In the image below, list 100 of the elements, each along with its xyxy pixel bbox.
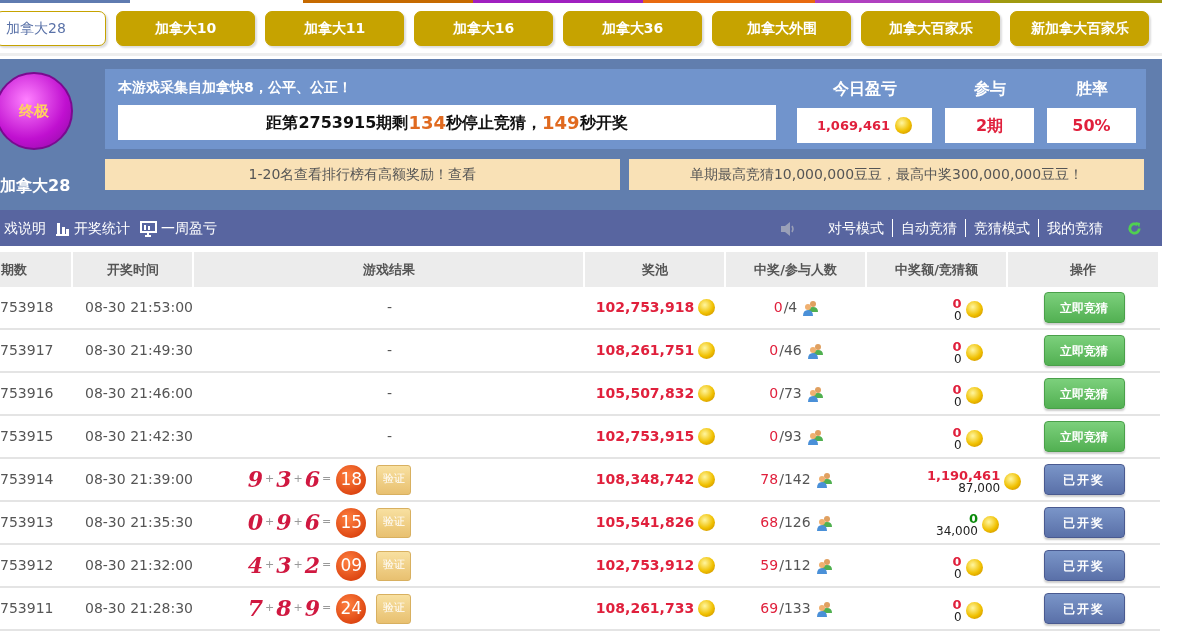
drawn-button[interactable]: 已开奖 — [1043, 550, 1125, 581]
bet-now-button[interactable]: 立即竞猜 — [1043, 421, 1125, 452]
verify-button[interactable]: 验证 — [376, 464, 412, 495]
table-cell: 753913 — [0, 502, 73, 545]
mode-link[interactable]: 对号模式 — [820, 219, 892, 237]
mode-link[interactable]: 我的竞猜 — [1038, 219, 1111, 237]
coin-icon — [965, 559, 983, 576]
table-cell: 753918 — [0, 287, 73, 330]
result-digit: 3 — [276, 551, 292, 580]
prize-pool: 102,753,912 — [595, 556, 695, 575]
win-amount: 0 — [952, 382, 962, 396]
prize-pool: 108,261,751 — [595, 341, 695, 360]
table-cell: 08-30 21:28:30 — [73, 588, 194, 631]
win-amount: 0 — [952, 597, 962, 611]
game-tab[interactable]: 加拿大外围 — [712, 11, 851, 46]
plus-sign: + — [265, 471, 275, 488]
table-cell: 08-30 21:35:30 — [73, 502, 194, 545]
coin-icon — [698, 471, 716, 488]
game-name: 加拿大28 — [0, 175, 71, 197]
empty-result: - — [386, 342, 393, 358]
bet-amount: 0 — [953, 610, 962, 624]
bet-now-button[interactable]: 立即竞猜 — [1043, 335, 1125, 366]
plus-sign: + — [265, 557, 275, 574]
winner-count: 59 — [760, 556, 779, 575]
player-count: /142 — [779, 470, 811, 489]
notice-text: 本游戏采集自加拿快8，公平、公正！ — [118, 78, 353, 97]
coin-icon — [965, 387, 983, 404]
prize-pool: 108,348,742 — [595, 470, 695, 489]
winner-count: 0 — [773, 298, 783, 317]
verify-button[interactable]: 验证 — [376, 507, 412, 538]
winner-count: 68 — [760, 513, 779, 532]
plus-sign: + — [265, 600, 275, 617]
game-tab[interactable]: 加拿大百家乐 — [861, 11, 1000, 46]
drawn-button[interactable]: 已开奖 — [1043, 507, 1125, 538]
table-cell: 08-30 21:39:00 — [73, 459, 194, 502]
player-count: /133 — [779, 599, 811, 618]
game-tab[interactable]: 加拿大36 — [563, 11, 702, 46]
equals-sign: = — [322, 471, 332, 488]
winner-count: 0 — [769, 341, 779, 360]
player-count: /93 — [779, 427, 802, 446]
game-tab[interactable]: 新加拿大百家乐 — [1010, 11, 1149, 46]
table-cell: 08-30 21:46:00 — [73, 373, 194, 416]
table-cell: 753916 — [0, 373, 73, 416]
column-header: 游戏结果 — [194, 252, 585, 287]
verify-button[interactable]: 验证 — [376, 550, 412, 581]
bet-amount: 0 — [953, 438, 962, 452]
stat-number: 50% — [1072, 114, 1111, 137]
coin-icon — [698, 385, 716, 402]
stat-label: 参与 — [973, 78, 1006, 100]
column-header: 中奖/参与人数 — [726, 252, 867, 287]
coin-icon — [965, 301, 983, 318]
coin-icon — [698, 428, 716, 445]
countdown-text: 距第2753915期剩134秒停止竞猜，149秒开奖 — [118, 105, 776, 140]
prize-pool: 102,753,918 — [595, 298, 695, 317]
toolbar-link[interactable]: 戏说明 — [4, 217, 46, 239]
player-count: /126 — [779, 513, 811, 532]
table-cell: 08-30 21:42:30 — [73, 416, 194, 459]
column-header: 开奖时间 — [73, 252, 194, 287]
empty-result: - — [386, 428, 393, 444]
mode-link[interactable]: 自动竞猜 — [892, 219, 965, 237]
result-sum: 09 — [336, 550, 367, 581]
equals-sign: = — [322, 557, 332, 574]
column-header: 中奖额/竞猜额 — [867, 252, 1008, 287]
bet-amount: 0 — [953, 395, 962, 409]
column-header: 奖池 — [585, 252, 726, 287]
result-digit: 6 — [304, 508, 321, 537]
result-digit: 6 — [304, 465, 321, 494]
bet-amount: 0 — [953, 309, 962, 323]
winner-count: 0 — [769, 384, 779, 403]
promo-banner[interactable]: 1-20名查看排行榜有高额奖励！查看 — [105, 159, 620, 190]
game-tab[interactable]: 加拿大16 — [414, 11, 553, 46]
winner-count: 69 — [760, 599, 779, 618]
bet-now-button[interactable]: 立即竞猜 — [1043, 378, 1125, 409]
stat-label: 今日盈亏 — [832, 78, 897, 100]
game-tab[interactable]: 加拿大10 — [116, 11, 255, 46]
table-cell: 08-30 21:53:00 — [73, 287, 194, 330]
coin-icon — [698, 342, 716, 359]
promo-banner[interactable]: 单期最高竞猜10,000,000豆豆，最高中奖300,000,000豆豆！ — [629, 159, 1144, 190]
toolbar-link[interactable]: 开奖统计 — [74, 217, 130, 239]
prize-pool: 105,507,832 — [595, 384, 695, 403]
bet-amount: 0 — [953, 567, 962, 581]
win-amount: 0 — [968, 511, 978, 525]
coin-icon — [698, 557, 716, 574]
result-sum: 18 — [336, 464, 367, 495]
result-digit: 0 — [247, 508, 263, 537]
drawn-button[interactable]: 已开奖 — [1043, 593, 1125, 624]
win-amount: 1,190,461 — [927, 468, 1001, 482]
game-tab[interactable]: 加拿大11 — [265, 11, 404, 46]
coin-icon — [698, 299, 716, 316]
bet-now-button[interactable]: 立即竞猜 — [1043, 292, 1125, 323]
result-digit: 9 — [304, 594, 321, 623]
prize-pool: 102,753,915 — [595, 427, 695, 446]
result-digit: 3 — [276, 465, 292, 494]
logo-ball: 终极 — [0, 72, 73, 150]
verify-button[interactable]: 验证 — [376, 593, 412, 624]
mode-link[interactable]: 竞猜模式 — [965, 219, 1038, 237]
toolbar-link[interactable]: 一周盈亏 — [161, 217, 217, 239]
game-tab[interactable]: 加拿大28 — [0, 11, 106, 46]
winner-count: 0 — [769, 427, 779, 446]
drawn-button[interactable]: 已开奖 — [1043, 464, 1125, 495]
